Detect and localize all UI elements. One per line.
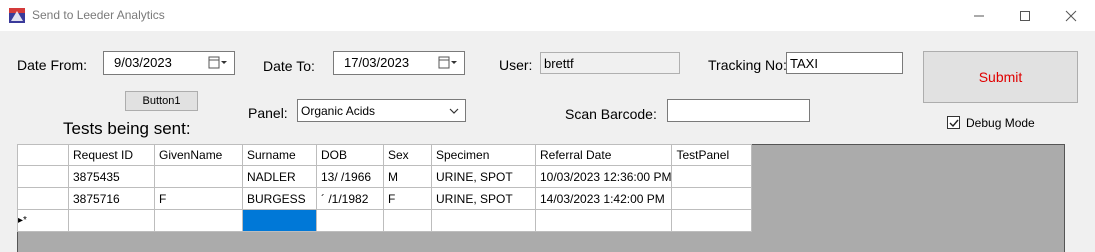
close-icon <box>1065 10 1077 21</box>
cell-surname[interactable]: NADLER <box>242 165 317 188</box>
panel-select-value: Organic Acids <box>301 104 376 118</box>
cell-request-id[interactable]: 3875716 <box>68 187 155 210</box>
cell-test-panel[interactable] <box>671 187 753 210</box>
button1[interactable]: Button1 <box>125 91 198 111</box>
table-row[interactable]: 3875435 NADLER 13/ /1966 M URINE, SPOT 1… <box>17 165 753 188</box>
column-header-specimen[interactable]: Specimen <box>431 144 536 166</box>
calendar-dropdown-icon[interactable] <box>208 56 228 70</box>
cell-specimen[interactable]: URINE, SPOT <box>431 187 536 210</box>
minimize-button[interactable] <box>956 0 1002 31</box>
cell-request-id[interactable] <box>68 209 155 232</box>
cell-referral-date[interactable] <box>534 209 673 232</box>
close-button[interactable] <box>1048 0 1094 31</box>
date-from-picker[interactable]: 9/03/2023 <box>103 51 235 75</box>
scan-barcode-label: Scan Barcode: <box>565 106 657 122</box>
column-header-request-id[interactable]: Request ID <box>68 144 155 166</box>
tests-being-sent-title: Tests being sent: <box>63 119 191 138</box>
cell-sex[interactable] <box>383 209 432 232</box>
column-header-dob[interactable]: DOB <box>316 144 384 166</box>
title-bar: Send to Leeder Analytics <box>0 0 1095 31</box>
table-row[interactable]: 3875716 F BURGESS ´ /1/1982 F URINE, SPO… <box>17 187 753 210</box>
cell-sex[interactable]: M <box>383 165 432 188</box>
grid-corner-header[interactable] <box>17 144 69 166</box>
new-row[interactable]: ▸* <box>17 209 753 232</box>
app-icon <box>9 8 25 23</box>
date-to-picker[interactable]: 17/03/2023 <box>333 51 465 75</box>
user-label: User: <box>499 57 533 73</box>
cell-given-name[interactable] <box>154 165 243 188</box>
new-row-marker[interactable]: ▸* <box>17 209 69 232</box>
tracking-label: Tracking No: <box>708 57 787 73</box>
grid-header-row: Request ID GivenName Surname DOB Sex Spe… <box>17 144 753 166</box>
cell-sex[interactable]: F <box>383 187 432 210</box>
cell-dob[interactable]: ´ /1/1982 <box>316 187 384 210</box>
calendar-dropdown-icon[interactable] <box>438 56 458 70</box>
window-title: Send to Leeder Analytics <box>32 8 165 22</box>
date-from-value: 9/03/2023 <box>114 55 172 70</box>
maximize-button[interactable] <box>1002 0 1048 31</box>
cell-specimen[interactable] <box>431 209 536 232</box>
cell-given-name[interactable] <box>154 209 243 232</box>
cell-surname[interactable]: BURGESS <box>242 187 317 210</box>
cell-test-panel[interactable] <box>671 209 753 232</box>
debug-mode-label: Debug Mode <box>966 116 1035 130</box>
cell-dob[interactable]: 13/ /1966 <box>316 165 384 188</box>
column-header-referral-date[interactable]: Referral Date <box>534 144 673 166</box>
row-header[interactable] <box>17 165 69 188</box>
row-header[interactable] <box>17 187 69 210</box>
cell-referral-date[interactable]: 10/03/2023 12:36:00 PM <box>534 165 673 188</box>
cell-dob[interactable] <box>316 209 384 232</box>
panel-label: Panel: <box>248 105 288 121</box>
date-to-label: Date To: <box>263 58 315 74</box>
tracking-input[interactable]: TAXI <box>786 52 903 74</box>
column-header-test-panel[interactable]: TestPanel <box>671 144 753 166</box>
debug-mode-checkbox[interactable] <box>947 116 960 129</box>
scan-barcode-input[interactable] <box>667 99 810 122</box>
column-header-surname[interactable]: Surname <box>242 144 317 166</box>
maximize-icon <box>1020 10 1030 21</box>
panel-select[interactable]: Organic Acids <box>297 99 466 122</box>
submit-button[interactable]: Submit <box>923 51 1078 103</box>
date-from-label: Date From: <box>17 57 88 73</box>
cell-request-id[interactable]: 3875435 <box>68 165 155 188</box>
checkmark-icon <box>949 119 959 128</box>
tests-grid[interactable]: Request ID GivenName Surname DOB Sex Spe… <box>17 144 753 232</box>
chevron-down-icon <box>449 108 459 114</box>
cell-surname-selected[interactable] <box>242 209 317 232</box>
user-field: brettf <box>540 52 680 74</box>
cell-test-panel[interactable] <box>671 165 753 188</box>
column-header-given-name[interactable]: GivenName <box>154 144 243 166</box>
minimize-icon <box>974 15 984 16</box>
column-header-sex[interactable]: Sex <box>383 144 432 166</box>
cell-specimen[interactable]: URINE, SPOT <box>431 165 536 188</box>
cell-given-name[interactable]: F <box>154 187 243 210</box>
cell-referral-date[interactable]: 14/03/2023 1:42:00 PM <box>534 187 673 210</box>
date-to-value: 17/03/2023 <box>344 55 410 70</box>
